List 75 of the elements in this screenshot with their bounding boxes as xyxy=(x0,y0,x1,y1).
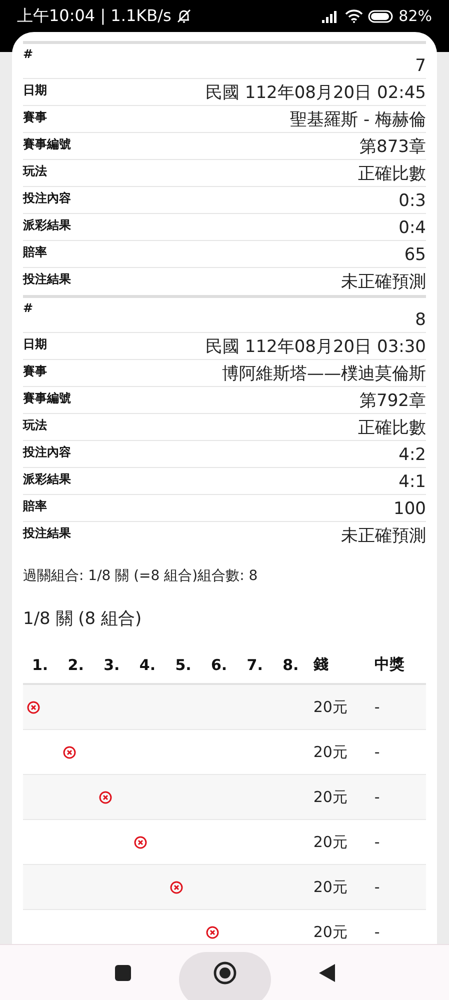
column-header: 1. xyxy=(31,656,50,674)
field-label: 投注內容 xyxy=(23,190,71,207)
cross-circle-icon xyxy=(27,700,40,714)
home-icon[interactable] xyxy=(212,960,236,984)
column-header: 錢 xyxy=(312,655,330,674)
column-header: 中獎 xyxy=(373,655,406,674)
column-header: 3. xyxy=(102,656,121,674)
field-label: 賽事編號 xyxy=(23,390,71,407)
field-value: 民國 112年08月20日 02:45 xyxy=(205,82,426,102)
field-value: 正確比數 xyxy=(358,417,426,437)
field-value: 第873章 xyxy=(360,136,426,156)
muted-bell-icon xyxy=(176,8,192,24)
field-label: 賽事 xyxy=(23,363,47,380)
table-cell-text: - xyxy=(373,833,381,851)
column-header: 5. xyxy=(174,656,192,674)
table-cell-text: - xyxy=(373,698,381,716)
cross-circle-icon xyxy=(62,746,76,758)
table-cell-text: - xyxy=(373,923,381,941)
battery-percent: 82% xyxy=(398,7,432,25)
section-heading: 1/8 關 (8 組合) xyxy=(23,608,143,630)
field-value: 8 xyxy=(415,309,426,329)
wifi-icon xyxy=(344,9,363,23)
field-value: 未正確預測 xyxy=(341,271,426,291)
field-label: 投注內容 xyxy=(23,444,71,461)
column-header: 6. xyxy=(210,656,228,674)
table-cell-text: - xyxy=(373,788,381,806)
field-value: 正確比數 xyxy=(358,163,426,183)
home-button[interactable] xyxy=(178,952,270,1000)
table-cell-text: 20元 xyxy=(312,922,348,942)
cross-circle-icon xyxy=(134,836,148,848)
field-value: 聖基羅斯 - 梅赫倫 xyxy=(290,109,426,129)
field-label: 玩法 xyxy=(23,163,47,180)
column-header: 7. xyxy=(246,656,264,674)
field-value: 未正確預測 xyxy=(341,525,426,545)
field-label: # xyxy=(23,46,34,61)
field-label: 賽事編號 xyxy=(23,136,71,153)
table-cell-text: 20元 xyxy=(312,742,348,762)
table-cell-text: 20元 xyxy=(312,878,348,896)
column-header: 2. xyxy=(66,656,85,674)
field-label: 玩法 xyxy=(23,417,47,434)
field-value: 7 xyxy=(415,55,426,75)
field-label: 日期 xyxy=(23,336,47,353)
field-label: 投注結果 xyxy=(23,271,71,288)
column-header: 4. xyxy=(138,656,157,674)
status-time: 上午10:04 | 1.1KB/s xyxy=(17,6,172,26)
field-label: 賽事 xyxy=(23,109,47,126)
field-value: 4:2 xyxy=(398,444,426,464)
summary-text: 過關組合: 1/8 關 (=8 組合)組合數: 8 xyxy=(23,567,259,585)
square-icon[interactable] xyxy=(114,964,130,980)
back-icon[interactable] xyxy=(318,964,334,982)
cross-circle-icon xyxy=(98,790,112,804)
battery-icon xyxy=(368,10,394,22)
field-label: 派彩結果 xyxy=(23,471,71,488)
field-value: 0:3 xyxy=(398,190,426,210)
field-label: 賠率 xyxy=(23,244,47,261)
field-value: 民國 112年08月20日 03:30 xyxy=(205,336,426,356)
table-cell-text: 20元 xyxy=(312,698,348,716)
table-cell-text: 20元 xyxy=(312,832,348,852)
table-cell-text: - xyxy=(373,878,381,896)
cross-circle-icon xyxy=(206,926,219,938)
field-label: # xyxy=(23,300,34,315)
field-value: 100 xyxy=(394,498,426,518)
cross-circle-icon xyxy=(170,880,184,894)
field-label: 賠率 xyxy=(23,498,47,515)
field-label: 派彩結果 xyxy=(23,217,71,234)
field-value: 博阿維斯塔——樸迪莫倫斯 xyxy=(222,363,426,383)
field-label: 投注結果 xyxy=(23,525,71,542)
field-value: 4:1 xyxy=(398,471,426,491)
table-cell-text: 20元 xyxy=(312,788,348,806)
field-value: 第792章 xyxy=(360,390,426,410)
field-value: 65 xyxy=(404,244,426,264)
field-label: 日期 xyxy=(23,82,47,99)
table-cell-text: - xyxy=(373,743,381,761)
field-value: 0:4 xyxy=(398,217,426,237)
column-header: 8. xyxy=(282,656,300,674)
